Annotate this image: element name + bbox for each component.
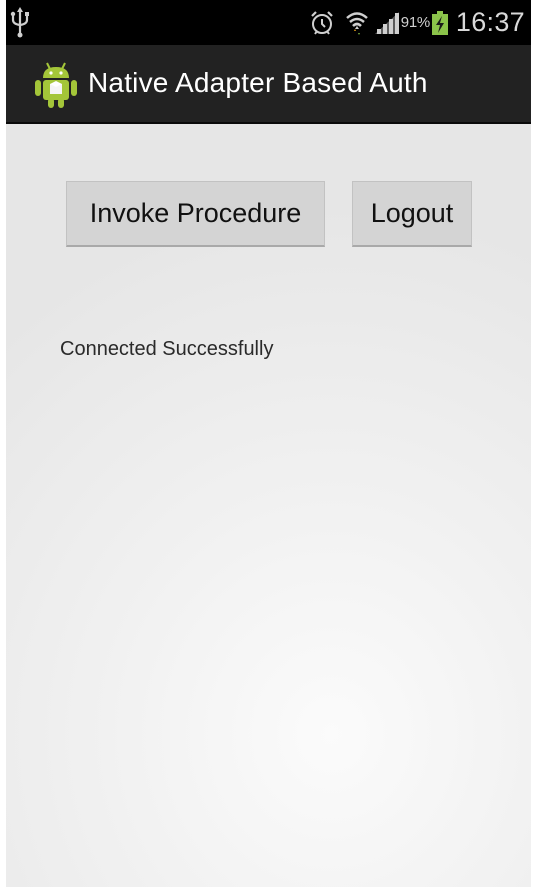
status-bar: 91% 16:37 bbox=[6, 0, 531, 45]
alarm-icon bbox=[311, 10, 333, 35]
signal-icon bbox=[374, 11, 399, 34]
status-icons: 91% 16:37 bbox=[309, 0, 525, 45]
app-screen: 91% 16:37 Native Adapter Based Auth Invo… bbox=[6, 0, 531, 887]
battery-charging-icon bbox=[431, 10, 448, 35]
battery-percent: 91% bbox=[400, 14, 430, 31]
invoke-procedure-button[interactable]: Invoke Procedure bbox=[66, 181, 325, 247]
main-content: Invoke Procedure Logout Connected Succes… bbox=[6, 124, 531, 887]
action-bar: Native Adapter Based Auth bbox=[6, 45, 531, 124]
connection-status-text: Connected Successfully bbox=[60, 338, 274, 360]
wifi-icon bbox=[345, 11, 368, 35]
android-app-icon bbox=[35, 62, 77, 108]
clock: 16:37 bbox=[455, 7, 525, 37]
logout-button[interactable]: Logout bbox=[352, 181, 472, 247]
app-title: Native Adapter Based Auth bbox=[88, 67, 428, 98]
usb-icon bbox=[10, 7, 29, 38]
